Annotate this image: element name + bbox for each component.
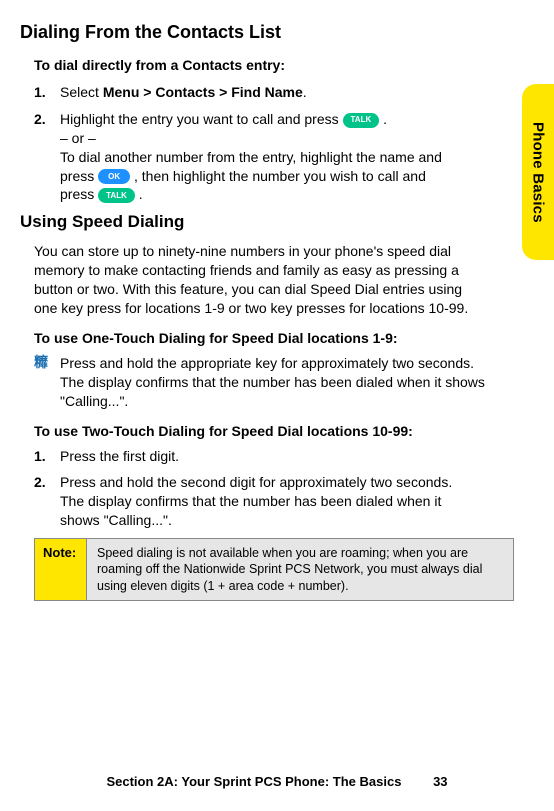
menu-label: Menu [103, 84, 140, 100]
page-title: Dialing From the Contacts List [20, 22, 518, 43]
step-1: 1. Select Menu > Contacts > Find Name. [34, 83, 518, 102]
talk-key-icon: TALK [98, 188, 135, 203]
step-number: 1. [34, 447, 60, 466]
step-number: 2. [34, 110, 60, 204]
talk-key-icon: TALK [343, 113, 380, 128]
note-label: Note: [34, 538, 86, 601]
side-tab: Phone Basics [522, 84, 554, 260]
note-body: Speed dialing is not available when you … [86, 538, 514, 601]
text: . [303, 84, 307, 100]
bullet-one-touch: 䊳 Press and hold the appropriate key for… [34, 354, 518, 411]
note-box: Note: Speed dialing is not available whe… [34, 538, 514, 601]
lead-one-touch: To use One-Touch Dialing for Speed Dial … [34, 330, 518, 346]
step-number: 1. [34, 83, 60, 102]
step-body: Press the first digit. [60, 447, 518, 466]
text: Select [60, 84, 103, 100]
footer-page-number: 33 [433, 774, 447, 789]
sep: > [139, 84, 155, 100]
step-body: Press and hold the second digit for appr… [60, 473, 518, 530]
text: . [383, 111, 387, 127]
text-or: – or – [60, 130, 96, 146]
steps-dial-contacts: 1. Select Menu > Contacts > Find Name. 2… [34, 83, 518, 204]
step-1: 1. Press the first digit. [34, 447, 518, 466]
steps-two-touch: 1. Press the first digit. 2. Press and h… [34, 447, 518, 531]
page-footer: Section 2A: Your Sprint PCS Phone: The B… [0, 774, 554, 789]
subhead-speed-dial: Using Speed Dialing [20, 212, 518, 232]
lead-dial-contacts: To dial directly from a Contacts entry: [34, 57, 518, 73]
lead-two-touch: To use Two-Touch Dialing for Speed Dial … [34, 423, 518, 439]
step-2: 2. Press and hold the second digit for a… [34, 473, 518, 530]
text: . [139, 186, 143, 202]
step-body: Highlight the entry you want to call and… [60, 110, 518, 204]
side-tab-label: Phone Basics [530, 122, 547, 223]
step-2: 2. Highlight the entry you want to call … [34, 110, 518, 204]
sep: > [215, 84, 231, 100]
bullet-text: Press and hold the appropriate key for a… [60, 354, 488, 411]
ok-key-icon: OK [98, 169, 130, 184]
contacts-label: Contacts [155, 84, 215, 100]
find-name-label: Find Name [231, 84, 303, 100]
step-number: 2. [34, 473, 60, 530]
page: Phone Basics Dialing From the Contacts L… [0, 0, 554, 811]
step-body: Select Menu > Contacts > Find Name. [60, 83, 518, 102]
bullet-marker-icon: 䊳 [34, 354, 60, 411]
paragraph-speed-dial-intro: You can store up to ninety-nine numbers … [34, 242, 518, 318]
text: Highlight the entry you want to call and… [60, 111, 343, 127]
footer-section: Section 2A: Your Sprint PCS Phone: The B… [106, 774, 401, 789]
